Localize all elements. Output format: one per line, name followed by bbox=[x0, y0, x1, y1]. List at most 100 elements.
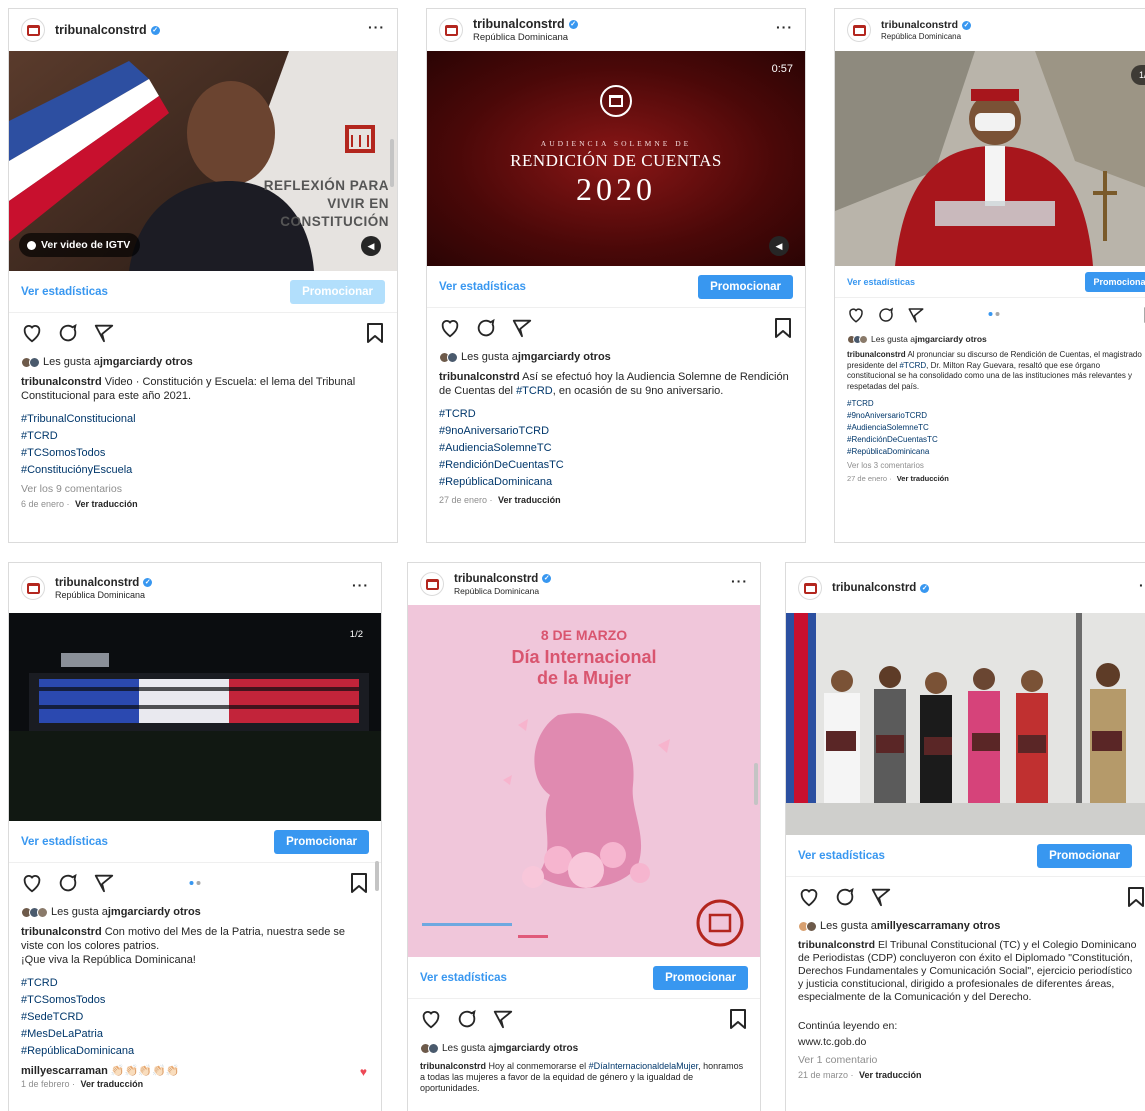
liker-username[interactable]: jmgarciard bbox=[108, 906, 164, 918]
bookmark-icon[interactable] bbox=[773, 317, 793, 339]
comment-username[interactable]: millyescarraman bbox=[21, 1065, 108, 1077]
mute-icon[interactable]: ◀ bbox=[361, 236, 381, 256]
scrollbar[interactable] bbox=[754, 763, 758, 805]
share-icon[interactable] bbox=[870, 886, 892, 908]
view-insights-link[interactable]: Ver estadísticas bbox=[798, 850, 885, 862]
more-options-icon[interactable]: ··· bbox=[352, 577, 369, 593]
promote-button[interactable]: Promocionar bbox=[1037, 843, 1132, 868]
heart-icon[interactable] bbox=[21, 322, 43, 344]
post-media[interactable]: 0:57 AUDIENCIA SOLEMNE DE RENDICIÓN DE C… bbox=[427, 51, 805, 266]
caption-username[interactable]: tribunalconstrd bbox=[420, 1061, 486, 1071]
liker-avatars[interactable] bbox=[21, 906, 48, 918]
liker-avatars[interactable] bbox=[420, 1042, 439, 1054]
caption-username[interactable]: tribunalconstrd bbox=[439, 371, 520, 383]
hashtag[interactable]: #TCRD bbox=[21, 428, 385, 445]
caption-username[interactable]: tribunalconstrd bbox=[847, 350, 906, 359]
hashtag[interactable]: #RepúblicaDominicana bbox=[439, 474, 793, 491]
caption-username[interactable]: tribunalconstrd bbox=[798, 939, 875, 951]
post-media[interactable] bbox=[786, 613, 1145, 835]
view-comments-link[interactable]: Ver los 9 comentarios bbox=[9, 479, 397, 497]
heart-icon[interactable] bbox=[847, 306, 865, 324]
hashtag[interactable]: #AudienciaSolemneTC bbox=[847, 422, 1141, 434]
bookmark-icon[interactable] bbox=[1126, 886, 1145, 908]
comment-icon[interactable] bbox=[57, 872, 79, 894]
share-icon[interactable] bbox=[93, 322, 115, 344]
igtv-badge[interactable]: Ver video de IGTV bbox=[19, 233, 141, 257]
caption-username[interactable]: tribunalconstrd bbox=[21, 376, 102, 388]
username[interactable]: tribunalconstrd bbox=[832, 582, 916, 594]
view-comments-link[interactable]: Ver los 3 comentarios bbox=[835, 458, 1145, 472]
avatar[interactable] bbox=[798, 576, 822, 600]
translate-link[interactable]: Ver traducción bbox=[498, 495, 561, 505]
liker-username[interactable]: jmgarciard bbox=[494, 1043, 545, 1054]
hashtag[interactable]: #9noAniversarioTCRD bbox=[847, 410, 1141, 422]
comment-icon[interactable] bbox=[834, 886, 856, 908]
liker-avatars[interactable] bbox=[798, 920, 817, 932]
post-location[interactable]: República Dominicana bbox=[473, 32, 578, 43]
hashtag[interactable]: #RendiciónDeCuentasTC bbox=[439, 457, 793, 474]
hashtag[interactable]: #MesDeLaPatria bbox=[21, 1026, 369, 1043]
view-insights-link[interactable]: Ver estadísticas bbox=[847, 277, 915, 287]
hashtag[interactable]: #SedeTCRD bbox=[21, 1009, 369, 1026]
avatar[interactable] bbox=[21, 18, 45, 42]
post-location[interactable]: República Dominicana bbox=[55, 590, 152, 600]
avatar[interactable] bbox=[420, 572, 444, 596]
post-media[interactable]: REFLEXIÓN PARA VIVIR EN CONSTITUCIÓN Ver… bbox=[9, 51, 397, 271]
hashtag[interactable]: #RendiciónDeCuentasTC bbox=[847, 434, 1141, 446]
translate-link[interactable]: Ver traducción bbox=[81, 1079, 144, 1089]
promote-button[interactable]: Promocionar bbox=[653, 965, 748, 990]
bookmark-icon[interactable] bbox=[365, 322, 385, 344]
view-comments-link[interactable]: Ver 1 comentario bbox=[786, 1050, 1145, 1068]
view-insights-link[interactable]: Ver estadísticas bbox=[420, 972, 507, 984]
hashtag[interactable]: #RepúblicaDominicana bbox=[21, 1043, 369, 1060]
translate-link[interactable]: Ver traducción bbox=[859, 1070, 922, 1080]
hashtag[interactable]: #AudienciaSolemneTC bbox=[439, 440, 793, 457]
username[interactable]: tribunalconstrd bbox=[473, 17, 565, 31]
scrollbar[interactable] bbox=[375, 861, 379, 891]
bookmark-icon[interactable] bbox=[349, 872, 369, 894]
hashtag[interactable]: #ConstituciónyEscuela bbox=[21, 462, 385, 479]
scrollbar[interactable] bbox=[390, 139, 394, 187]
liker-avatars[interactable] bbox=[439, 351, 458, 363]
more-options-icon[interactable]: ··· bbox=[731, 573, 748, 589]
comment-like-icon[interactable]: ♥ bbox=[360, 1065, 367, 1079]
hashtag[interactable]: #TCRD bbox=[847, 398, 1141, 410]
liker-avatars[interactable] bbox=[21, 356, 40, 368]
post-location[interactable]: República Dominicana bbox=[454, 586, 551, 596]
hashtag[interactable]: #TCSomosTodos bbox=[21, 445, 385, 462]
liker-username[interactable]: jmgarciard bbox=[100, 356, 156, 368]
post-location[interactable]: República Dominicana bbox=[881, 32, 971, 41]
more-options-icon[interactable]: ··· bbox=[1139, 577, 1145, 593]
comment-icon[interactable] bbox=[475, 317, 497, 339]
view-insights-link[interactable]: Ver estadísticas bbox=[439, 281, 526, 293]
hashtag[interactable]: #TCSomosTodos bbox=[21, 992, 369, 1009]
liker-username[interactable]: jmgarciard bbox=[518, 351, 574, 363]
hashtag[interactable]: #TribunalConstitucional bbox=[21, 411, 385, 428]
comment-icon[interactable] bbox=[877, 306, 895, 324]
hashtag[interactable]: #RepúblicaDominicana bbox=[847, 446, 1141, 458]
hashtag[interactable]: #TCRD bbox=[899, 361, 926, 370]
avatar[interactable] bbox=[847, 18, 871, 42]
hashtag[interactable]: #DíaInternacionaldelaMujer bbox=[589, 1061, 699, 1071]
heart-icon[interactable] bbox=[21, 872, 43, 894]
promote-button[interactable]: Promocionar bbox=[1085, 271, 1145, 292]
post-media[interactable]: 1/2 bbox=[835, 51, 1145, 266]
hashtag[interactable]: #TCRD bbox=[439, 406, 793, 423]
comment-icon[interactable] bbox=[456, 1008, 478, 1030]
promote-button[interactable]: Promocionar bbox=[698, 274, 793, 299]
username[interactable]: tribunalconstrd bbox=[881, 19, 958, 31]
promote-button[interactable]: Promocionar bbox=[290, 279, 385, 304]
comment-icon[interactable] bbox=[57, 322, 79, 344]
more-options-icon[interactable]: ··· bbox=[368, 19, 385, 35]
post-media[interactable]: 8 DE MARZO Día Internacional de la Mujer bbox=[408, 605, 760, 957]
liker-username[interactable]: millyescarraman bbox=[877, 920, 964, 932]
caption-username[interactable]: tribunalconstrd bbox=[21, 926, 102, 938]
liker-avatars[interactable] bbox=[847, 334, 868, 344]
username[interactable]: tribunalconstrd bbox=[55, 577, 139, 589]
username[interactable]: tribunalconstrd bbox=[454, 573, 538, 585]
share-icon[interactable] bbox=[93, 872, 115, 894]
username[interactable]: tribunalconstrd bbox=[55, 23, 147, 37]
hashtag[interactable]: #TCRD bbox=[21, 975, 369, 992]
view-insights-link[interactable]: Ver estadísticas bbox=[21, 286, 108, 298]
view-insights-link[interactable]: Ver estadísticas bbox=[21, 836, 108, 848]
